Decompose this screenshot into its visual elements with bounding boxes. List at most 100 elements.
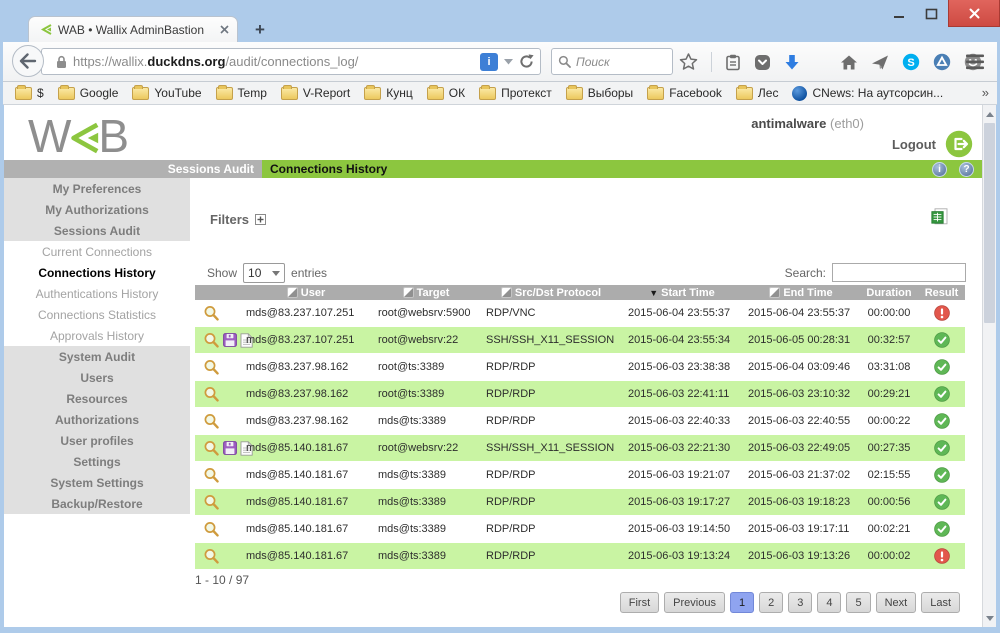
sidebar-item-sessions-audit[interactable]: Sessions Audit bbox=[4, 220, 190, 241]
zoom-session-icon[interactable] bbox=[203, 467, 220, 484]
new-tab-button[interactable]: + bbox=[248, 20, 272, 40]
extension-sphere-icon[interactable] bbox=[933, 53, 951, 71]
table-row[interactable]: mds@85.140.181.67 mds@ts:3389 RDP/RDP 2015-… bbox=[195, 489, 965, 516]
zoom-session-icon[interactable] bbox=[203, 413, 220, 430]
browser-search-input[interactable] bbox=[576, 54, 656, 69]
zoom-session-icon[interactable] bbox=[203, 332, 220, 349]
pocket-icon[interactable] bbox=[754, 54, 771, 71]
sidebar-item-connections-statistics[interactable]: Connections Statistics bbox=[4, 304, 190, 325]
sidebar-item-approvals-history[interactable]: Approvals History bbox=[4, 325, 190, 346]
page-action-icon[interactable]: i bbox=[480, 52, 498, 71]
search-bar[interactable] bbox=[551, 48, 673, 75]
sidebar-item-backup-restore[interactable]: Backup/Restore bbox=[4, 493, 190, 514]
bookmark-item[interactable]: Temp bbox=[210, 84, 273, 102]
download-recording-icon[interactable] bbox=[223, 333, 237, 347]
menu-hamburger-icon[interactable] bbox=[965, 54, 985, 70]
bookmarks-menu-icon[interactable] bbox=[725, 54, 741, 71]
sidebar-item-authorizations[interactable]: Authorizations bbox=[4, 409, 190, 430]
send-tab-icon[interactable] bbox=[871, 54, 889, 71]
sidebar-item-resources[interactable]: Resources bbox=[4, 388, 190, 409]
page-scrollbar[interactable] bbox=[982, 105, 996, 627]
page-button-2[interactable]: 2 bbox=[759, 592, 784, 613]
bookmark-item[interactable]: Выборы bbox=[560, 84, 639, 102]
sidebar-item-current-connections[interactable]: Current Connections bbox=[4, 241, 190, 262]
zoom-session-icon[interactable] bbox=[203, 521, 220, 538]
zoom-session-icon[interactable] bbox=[203, 359, 220, 376]
scrollbar-thumb[interactable] bbox=[984, 123, 995, 323]
scroll-up-icon[interactable] bbox=[983, 107, 996, 121]
reload-icon[interactable] bbox=[519, 54, 534, 69]
bookmark-item[interactable]: Лес bbox=[730, 84, 785, 102]
url-dropdown-icon[interactable] bbox=[504, 58, 513, 65]
nav-section-label[interactable]: Sessions Audit bbox=[4, 160, 262, 178]
downloads-icon[interactable] bbox=[784, 54, 800, 71]
help-icon[interactable]: ? bbox=[959, 161, 974, 177]
zoom-session-icon[interactable] bbox=[203, 305, 220, 322]
table-row[interactable]: mds@85.140.181.67 mds@ts:3389 RDP/RDP 2015-… bbox=[195, 516, 965, 543]
filters-toggle[interactable]: Filters bbox=[210, 212, 267, 227]
bookmark-item[interactable]: $ bbox=[9, 84, 50, 102]
tab-close-icon[interactable] bbox=[220, 25, 229, 34]
sidebar-item-authentications-history[interactable]: Authentications History bbox=[4, 283, 190, 304]
entries-select[interactable]: 10 bbox=[243, 263, 286, 283]
page-button-3[interactable]: 3 bbox=[788, 592, 813, 613]
excel-export-icon[interactable] bbox=[931, 208, 948, 226]
table-row[interactable]: mds@83.237.107.251 root@websrv:5900 RDP/VN… bbox=[195, 300, 965, 327]
table-row[interactable]: mds@83.237.98.162 mds@ts:3389 RDP/RDP 2015-… bbox=[195, 408, 965, 435]
logout-icon[interactable] bbox=[945, 130, 973, 158]
sidebar-item-users[interactable]: Users bbox=[4, 367, 190, 388]
page-button-first[interactable]: First bbox=[619, 592, 660, 613]
zoom-session-icon[interactable] bbox=[203, 386, 220, 403]
bookmarks-overflow-icon[interactable]: » bbox=[982, 85, 989, 100]
minimize-button[interactable] bbox=[886, 4, 912, 24]
scroll-down-icon[interactable] bbox=[983, 611, 996, 625]
page-button-previous[interactable]: Previous bbox=[664, 592, 725, 613]
zoom-session-icon[interactable] bbox=[203, 494, 220, 511]
sidebar-item-my-authorizations[interactable]: My Authorizations bbox=[4, 199, 190, 220]
page-button-5[interactable]: 5 bbox=[846, 592, 871, 613]
bookmark-item[interactable]: Facebook bbox=[641, 84, 728, 102]
url-text[interactable]: https://wallix.duckdns.org/audit/connect… bbox=[73, 54, 474, 69]
back-button[interactable] bbox=[12, 45, 44, 77]
close-button[interactable] bbox=[948, 0, 1000, 27]
sidebar-item-system-settings[interactable]: System Settings bbox=[4, 472, 190, 493]
zoom-session-icon[interactable] bbox=[203, 548, 220, 565]
sort-icon[interactable] bbox=[769, 287, 781, 298]
table-row[interactable]: mds@83.237.98.162 root@ts:3389 RDP/RDP 2015… bbox=[195, 381, 965, 408]
page-button-4[interactable]: 4 bbox=[817, 592, 842, 613]
logout-label[interactable]: Logout bbox=[892, 137, 936, 152]
sidebar-item-user-profiles[interactable]: User profiles bbox=[4, 430, 190, 451]
sort-desc-icon[interactable]: ▼ bbox=[649, 288, 658, 298]
bookmark-star-icon[interactable] bbox=[679, 53, 698, 71]
browser-tab[interactable]: WAB • Wallix AdminBastion bbox=[28, 16, 238, 42]
sidebar-item-settings[interactable]: Settings bbox=[4, 451, 190, 472]
nav-active-label[interactable]: Connections History bbox=[270, 162, 387, 176]
bookmark-item[interactable]: YouTube bbox=[126, 84, 207, 102]
column-header-src-dst-protocol[interactable]: Src/Dst Protocol bbox=[480, 285, 622, 300]
bookmark-item[interactable]: Протекст bbox=[473, 84, 558, 102]
home-icon[interactable] bbox=[840, 54, 858, 71]
bookmark-item[interactable]: CNews: На аутсорсин... bbox=[786, 84, 949, 103]
column-header-start-time[interactable]: ▼ Start Time bbox=[622, 285, 742, 300]
column-header-user[interactable]: User bbox=[240, 285, 372, 300]
table-row[interactable]: mds@85.140.181.67 root@websrv:22 SSH/SSH_X… bbox=[195, 435, 965, 462]
bookmark-item[interactable]: Google bbox=[52, 84, 125, 102]
sort-icon[interactable] bbox=[402, 287, 414, 298]
sidebar-item-system-audit[interactable]: System Audit bbox=[4, 346, 190, 367]
column-header-end-time[interactable]: End Time bbox=[742, 285, 860, 300]
info-icon[interactable]: i bbox=[932, 161, 947, 177]
zoom-session-icon[interactable] bbox=[203, 440, 220, 457]
sort-icon[interactable] bbox=[286, 287, 298, 298]
bookmark-item[interactable]: ОК bbox=[421, 84, 471, 102]
maximize-button[interactable] bbox=[918, 4, 944, 24]
skype-icon[interactable]: S bbox=[902, 53, 920, 71]
bookmark-item[interactable]: V-Report bbox=[275, 84, 356, 102]
table-row[interactable]: mds@85.140.181.67 mds@ts:3389 RDP/RDP 2015-… bbox=[195, 543, 965, 570]
logout[interactable]: Logout bbox=[892, 130, 973, 158]
page-button-1[interactable]: 1 bbox=[729, 592, 755, 613]
table-search-input[interactable] bbox=[832, 263, 966, 282]
page-button-next[interactable]: Next bbox=[875, 592, 917, 613]
sort-icon[interactable] bbox=[500, 287, 512, 298]
table-row[interactable]: mds@83.237.107.251 root@websrv:22 SSH/SSH_… bbox=[195, 327, 965, 354]
url-bar[interactable]: https://wallix.duckdns.org/audit/connect… bbox=[41, 48, 541, 75]
